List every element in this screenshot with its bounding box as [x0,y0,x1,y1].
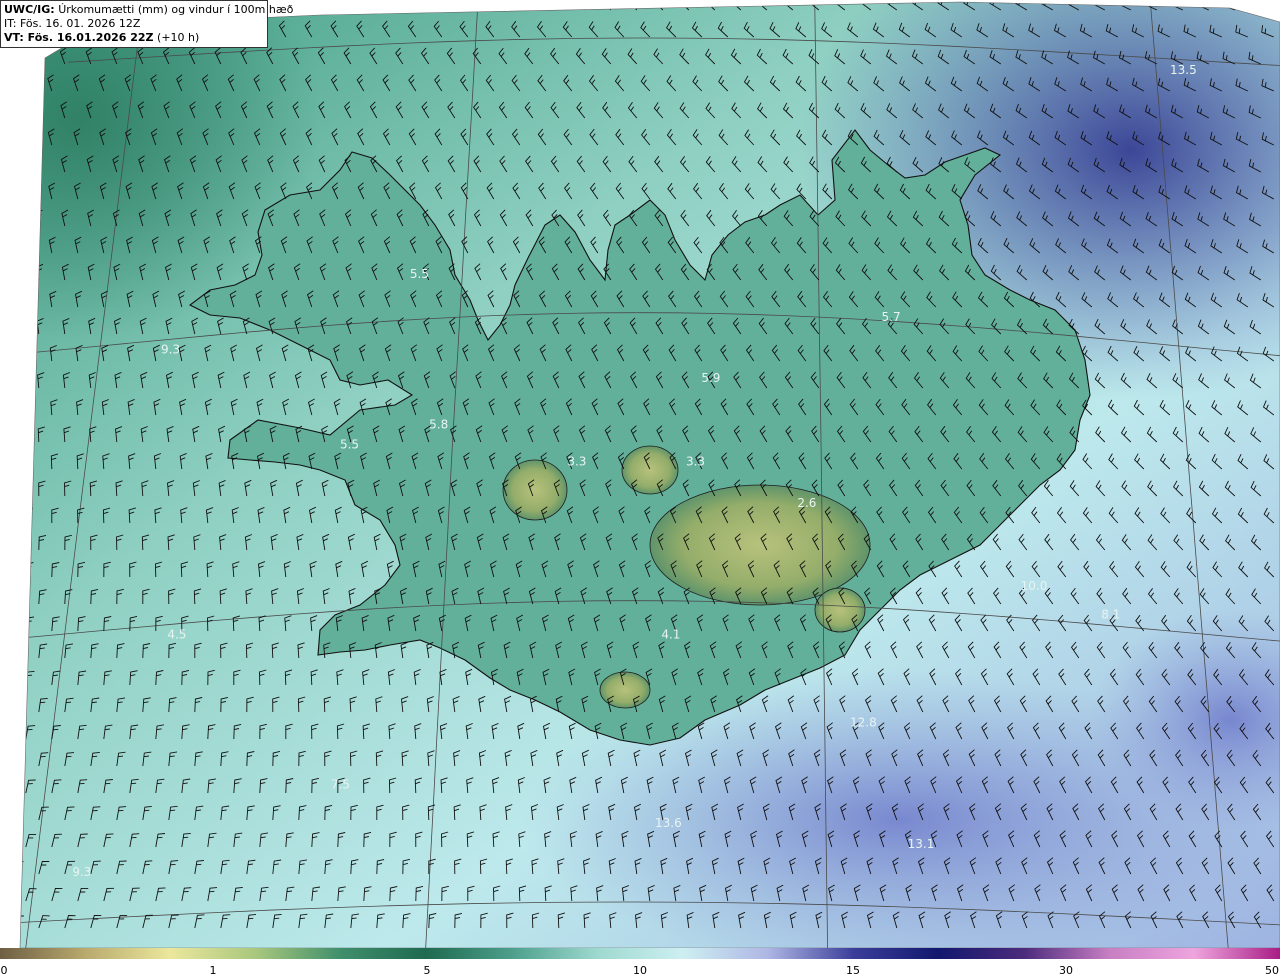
colorbar-tick-label: 30 [1059,964,1073,977]
map-info-box: UWC/IG: Úrkomumætti (mm) og vindur í 100… [0,0,293,48]
wind-barb [10,210,16,226]
map-domain: 13.5 5.5 9.3 5.9 5.7 5.8 5.5 3.3 3.3 2.6 4.1 10.0 8.… [9,2,1280,948]
wind-barb [20,806,24,821]
value-label: 13.6 [655,816,682,830]
model-name: UWC/IG: [4,3,55,16]
wind-barb [21,74,29,92]
wind-barb [317,2,326,11]
wind-barb [368,2,378,11]
wind-barb [13,481,20,496]
glacier-langjokull [502,459,568,521]
field-description: Úrkomumætti (mm) og vindur í 100m hæð [58,3,294,16]
value-label: 4.1 [661,628,680,642]
value-label: 2.6 [797,496,816,510]
valid-time: VT: Fös. 16.01.2026 22Z [4,31,154,44]
wind-barb [446,2,456,11]
value-label: 10.0 [1021,579,1048,593]
value-label: 8.1 [1101,607,1120,621]
value-label: 3.3 [567,455,586,469]
wind-barb [575,2,586,11]
wind-barb [523,2,534,11]
wind-barb [343,2,352,11]
value-label: 3.3 [686,455,705,469]
wind-barb [394,2,404,11]
wind-barb [20,643,22,659]
wind-barb [21,128,29,146]
glacier-myrdalsjokull [599,671,651,709]
wind-barb [420,2,430,11]
init-time: IT: Fös. 16. 01. 2026 12Z [4,17,141,30]
glacier-vatnajokull [649,484,871,606]
wind-barb [11,264,17,280]
wind-barb [25,453,33,470]
colorbar-strip [0,948,1280,959]
value-label: 5.5 [340,438,359,452]
wind-barb [24,345,32,362]
value-label: 13.5 [1170,63,1197,77]
precipitation-map: 13.5 5.5 9.3 5.9 5.7 5.8 5.5 3.3 3.3 2.6 4.1 10.0 8.… [9,1,1280,948]
wind-barb [11,319,18,335]
wind-barb [20,698,22,713]
colorbar-tick-label: 5 [423,964,431,977]
colorbar-tick-label: 15 [846,964,860,977]
wind-barb [24,399,32,416]
value-label: 9.3 [161,342,180,356]
value-label: 12.8 [850,716,877,730]
lead-time: (+10 h) [157,31,200,44]
value-label: 5.7 [882,310,901,324]
wind-barb [9,102,15,118]
wind-barb [20,589,21,605]
wind-barb [22,236,30,254]
wind-barb [601,2,612,11]
value-label: 9.3 [72,865,91,879]
wind-barb [12,427,19,442]
value-label: 5.8 [429,418,448,432]
wind-barb [34,47,41,65]
wind-barb [35,155,42,173]
colorbar-tick-label: 50 [1265,964,1279,977]
glacier-hofsjokull [621,445,679,495]
value-label: 5.9 [701,371,720,385]
wind-barb [20,535,21,551]
wind-barb [22,182,30,200]
wind-barb [20,752,23,767]
wind-barb [34,101,42,119]
wind-barb [472,2,482,11]
wind-barb [549,2,560,11]
value-label: 13.1 [908,837,935,851]
value-label: 4.5 [167,627,186,641]
colorbar-tick-label: 1 [209,964,217,977]
wind-barb [10,156,16,172]
wind-barb [9,48,15,64]
value-label: 7.5 [331,778,350,792]
wind-barb [23,290,31,308]
wind-barb [498,2,508,11]
wind-barb [1248,2,1261,11]
colorbar-tick-label: 0 [0,964,8,977]
value-label: 5.5 [410,267,429,281]
colorbar: 0 1 5 10 15 30 50 [0,948,1280,978]
wind-barb [12,373,19,388]
colorbar-tick-label: 10 [633,964,647,977]
